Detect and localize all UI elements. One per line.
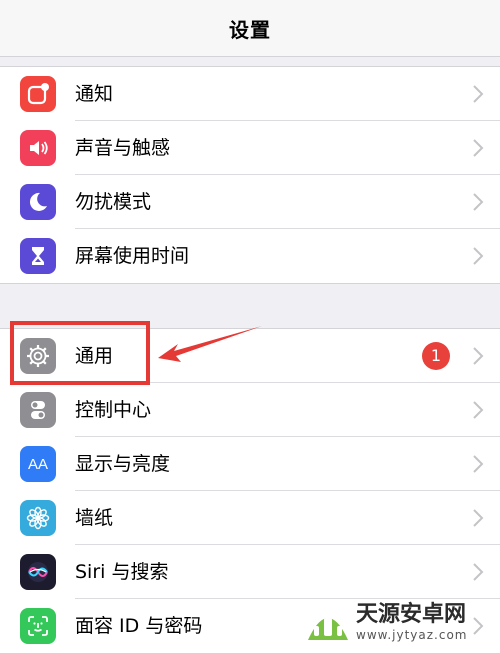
- chevron-right-icon: [473, 401, 484, 419]
- text-size-icon: AA: [20, 446, 56, 482]
- row-label: 面容 ID 与密码: [75, 615, 203, 637]
- page-title: 设置: [229, 17, 271, 42]
- row-label: 控制中心: [75, 399, 152, 421]
- settings-row-screen-time[interactable]: 屏幕使用时间: [0, 229, 500, 283]
- annotation-arrow: [158, 326, 262, 362]
- row-label: 屏幕使用时间: [75, 245, 190, 267]
- row-label: 勿扰模式: [75, 191, 152, 213]
- chevron-right-icon: [473, 563, 484, 581]
- settings-row-do-not-disturb[interactable]: 勿扰模式: [0, 175, 500, 229]
- chevron-right-icon: [473, 193, 484, 211]
- chevron-right-icon: [473, 455, 484, 473]
- chevron-right-icon: [473, 347, 484, 365]
- settings-row-siri-search[interactable]: Siri 与搜索: [0, 545, 500, 599]
- notification-badge: 1: [422, 342, 450, 370]
- row-label: 声音与触感: [75, 137, 171, 159]
- highlight-box: [10, 321, 150, 385]
- settings-row-wallpaper[interactable]: 墙纸: [0, 491, 500, 545]
- toggle-icon: [20, 392, 56, 428]
- chevron-right-icon: [473, 85, 484, 103]
- watermark: 天源安卓网 www.jytyaz.com: [304, 596, 500, 647]
- face-id-icon: [20, 608, 56, 644]
- watermark-url: www.jytyaz.com: [356, 627, 468, 642]
- siri-icon: [20, 554, 56, 590]
- chevron-right-icon: [473, 139, 484, 157]
- settings-row-sounds[interactable]: 声音与触感: [0, 121, 500, 175]
- moon-icon: [20, 184, 56, 220]
- row-label: Siri 与搜索: [75, 561, 169, 583]
- row-label: 通知: [75, 83, 114, 105]
- speaker-icon: [20, 130, 56, 166]
- nav-bar: 设置: [0, 0, 500, 57]
- watermark-title: 天源安卓网: [356, 601, 467, 627]
- settings-row-control-center[interactable]: 控制中心: [0, 383, 500, 437]
- settings-row-display-brightness[interactable]: AA 显示与亮度: [0, 437, 500, 491]
- hourglass-icon: [20, 238, 56, 274]
- settings-row-notifications[interactable]: 通知: [0, 67, 500, 121]
- flower-icon: [20, 500, 56, 536]
- chevron-right-icon: [473, 509, 484, 527]
- row-label: 墙纸: [75, 507, 114, 529]
- row-label: 显示与亮度: [75, 453, 171, 475]
- notification-icon: [20, 76, 56, 112]
- settings-group-1: 通知 声音与触感 勿扰模式 屏幕使用时间: [0, 66, 500, 284]
- watermark-logo: [308, 617, 348, 640]
- chevron-right-icon: [473, 247, 484, 265]
